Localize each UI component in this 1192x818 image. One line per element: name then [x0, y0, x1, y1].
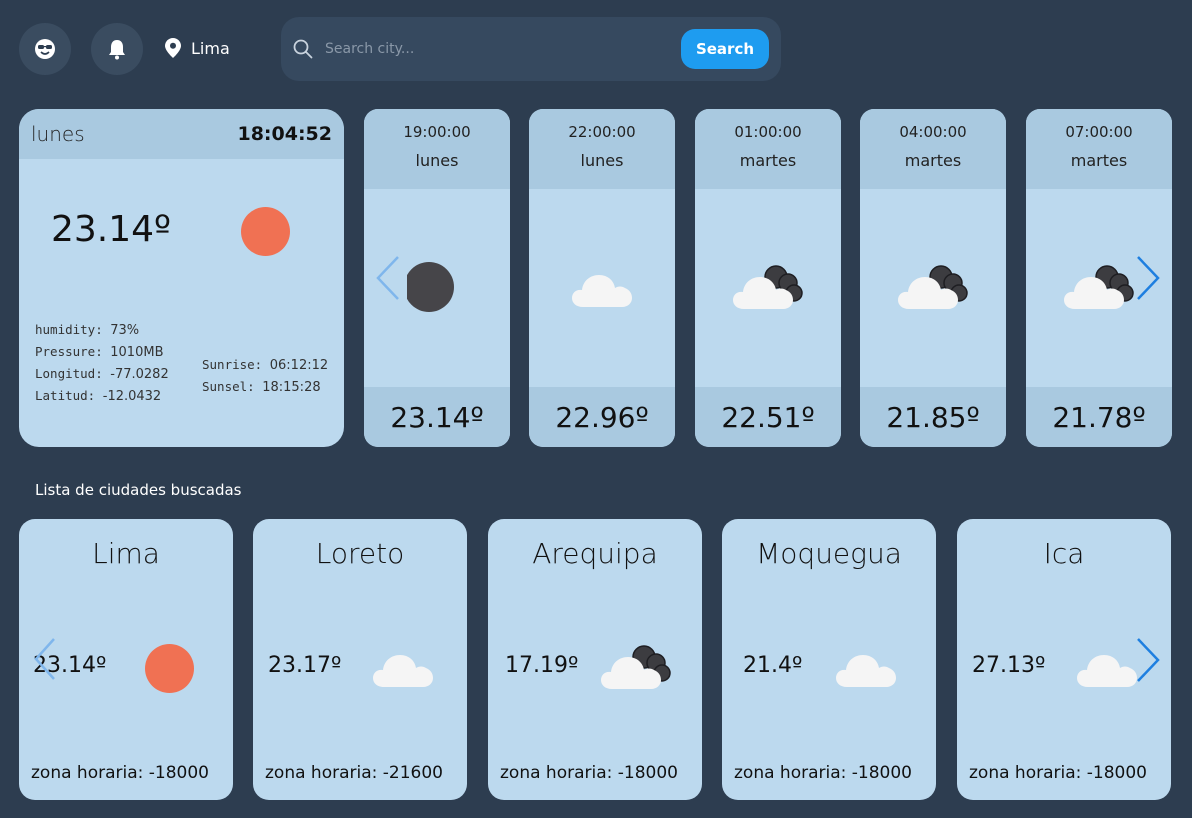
- city-temperature: 23.17º: [268, 653, 342, 678]
- dark-clouds-icon: [733, 265, 803, 309]
- forecast-temperature: 22.51º: [695, 387, 841, 447]
- city-timezone: zona horaria: -18000: [500, 763, 678, 783]
- cloud-icon: [572, 275, 632, 307]
- stat-humidity: humidity: 73%: [35, 322, 140, 338]
- city-name: Loreto: [315, 537, 405, 570]
- sun-icon: [241, 207, 290, 256]
- forecast-day: lunes: [415, 151, 459, 170]
- cities-prev-arrow-icon[interactable]: [33, 637, 57, 681]
- search-bar: Search: [281, 17, 781, 81]
- forecast-card-header: 19:00:00 lunes: [364, 109, 510, 189]
- forecast-next-arrow-icon[interactable]: [1135, 255, 1161, 301]
- cities-next-arrow-icon[interactable]: [1135, 637, 1161, 683]
- forecast-prev-arrow-icon[interactable]: [375, 255, 401, 301]
- forecast-time: 07:00:00: [1065, 123, 1133, 141]
- search-button[interactable]: Search: [681, 29, 769, 69]
- city-temperature: 17.19º: [505, 653, 579, 678]
- forecast-card-header: 07:00:00 martes: [1026, 109, 1172, 189]
- current-time: 18:04:52: [237, 123, 332, 145]
- profile-button[interactable]: [19, 23, 71, 75]
- city-card[interactable]: Arequipa 17.19º zona horaria: -18000: [488, 519, 702, 800]
- current-weather-card: lunes 18:04:52 23.14º humidity: 73% Pres…: [19, 109, 344, 447]
- stat-sunset: Sunsel: 18:15:28: [202, 379, 321, 395]
- forecast-time: 04:00:00: [899, 123, 967, 141]
- stat-sunrise: Sunrise: 06:12:12: [202, 357, 329, 373]
- notifications-button[interactable]: [91, 23, 143, 75]
- forecast-card: 04:00:00 martes 21.85º: [860, 109, 1006, 447]
- forecast-day: martes: [904, 151, 962, 170]
- forecast-temperature: 21.85º: [860, 387, 1006, 447]
- forecast-card-header: 01:00:00 martes: [695, 109, 841, 189]
- forecast-card-header: 04:00:00 martes: [860, 109, 1006, 189]
- city-name: Arequipa: [532, 537, 658, 570]
- forecast-temperature: 23.14º: [364, 387, 510, 447]
- forecast-card: 01:00:00 martes 22.51º: [695, 109, 841, 447]
- cloud-icon: [373, 655, 433, 687]
- current-stats-right: Sunrise: 06:12:12 Sunsel: 18:15:28: [202, 354, 328, 398]
- forecast-icon-wrap: [529, 269, 675, 309]
- city-timezone: zona horaria: -18000: [31, 763, 209, 783]
- stat-latitude: Latitud: -12.0432: [35, 388, 162, 404]
- forecast-time: 19:00:00: [403, 123, 471, 141]
- dark-clouds-icon: [898, 265, 968, 309]
- current-weather-header: lunes 18:04:52: [19, 109, 344, 159]
- city-card[interactable]: Loreto 23.17º zona horaria: -21600: [253, 519, 467, 800]
- sun-icon: [145, 644, 194, 693]
- moon-icon: [407, 262, 454, 312]
- search-input[interactable]: [325, 35, 665, 63]
- city-name: Ica: [1043, 537, 1085, 570]
- forecast-card-header: 22:00:00 lunes: [529, 109, 675, 189]
- location-pin-icon: [165, 38, 181, 58]
- forecast-temperature: 22.96º: [529, 387, 675, 447]
- top-bar: Lima Search: [19, 17, 781, 81]
- searched-cities-title: Lista de ciudades buscadas: [35, 481, 242, 499]
- forecast-time: 22:00:00: [568, 123, 636, 141]
- forecast-temperature: 21.78º: [1026, 387, 1172, 447]
- cloud-icon: [836, 655, 896, 687]
- city-name: Moquegua: [756, 537, 902, 570]
- cool-face-icon: [35, 39, 55, 59]
- forecast-day: lunes: [580, 151, 624, 170]
- city-timezone: zona horaria: -18000: [734, 763, 912, 783]
- forecast-day: martes: [739, 151, 797, 170]
- dark-clouds-icon: [1064, 265, 1134, 309]
- city-card[interactable]: Moquegua 21.4º zona horaria: -18000: [722, 519, 936, 800]
- current-day: lunes: [31, 122, 85, 146]
- stat-pressure: Pressure: 1010MB: [35, 344, 164, 360]
- current-location[interactable]: Lima: [165, 38, 230, 58]
- city-name: Lima: [92, 537, 160, 570]
- forecast-icon-wrap: [695, 263, 841, 311]
- current-temperature: 23.14º: [51, 209, 172, 250]
- search-icon: [293, 39, 313, 59]
- forecast-card: 22:00:00 lunes 22.96º: [529, 109, 675, 447]
- cloud-icon: [1077, 655, 1137, 687]
- stat-longitude: Longitud: -77.0282: [35, 366, 169, 382]
- city-timezone: zona horaria: -21600: [265, 763, 443, 783]
- city-temperature: 21.4º: [743, 653, 803, 678]
- dark-clouds-icon: [601, 645, 671, 689]
- forecast-day: martes: [1070, 151, 1128, 170]
- current-stats-left: humidity: 73% Pressure: 1010MB Longitud:…: [35, 319, 169, 407]
- forecast-time: 01:00:00: [734, 123, 802, 141]
- location-label: Lima: [191, 38, 230, 58]
- forecast-icon-wrap: [860, 263, 1006, 311]
- city-temperature: 27.13º: [972, 653, 1046, 678]
- bell-icon: [109, 40, 125, 60]
- city-timezone: zona horaria: -18000: [969, 763, 1147, 783]
